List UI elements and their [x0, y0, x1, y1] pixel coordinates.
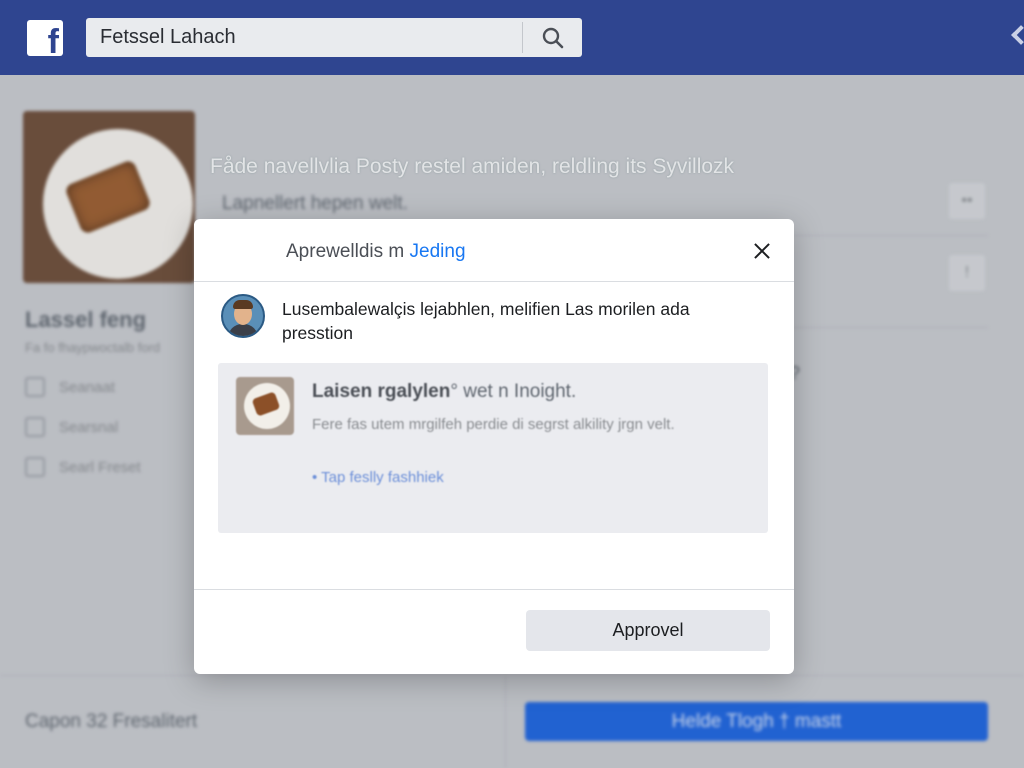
dialog-title-link[interactable]: Jeding	[410, 241, 466, 262]
dialog-title-text: Aprewelldis m	[286, 241, 410, 262]
search-button[interactable]	[523, 18, 582, 57]
preview-title-rest: ° wet n Inoight.	[450, 381, 577, 402]
link-preview-card[interactable]: Laisen rgalylen° wet n Inoight. Fere fas…	[218, 363, 768, 533]
avatar-hair	[233, 300, 253, 309]
preview-content: Laisen rgalylen° wet n Inoight. Fere fas…	[218, 363, 768, 533]
preview-title-bold: Laisen rgalylen	[312, 381, 451, 402]
dialog-message: Lusembalewalçis lejabhlen, melifien Las …	[282, 299, 690, 343]
user-avatar[interactable]	[221, 294, 265, 338]
preview-title: Laisen rgalylen° wet n Inoight.	[312, 381, 576, 403]
approval-dialog: Aprewelldis m Jeding Lusembalewalçis lej…	[194, 219, 794, 674]
approve-button[interactable]: Approvel	[526, 610, 770, 651]
preview-link[interactable]: • Tap feslly fashhiek	[312, 469, 444, 486]
facebook-logo-icon[interactable]	[27, 20, 63, 62]
search-input[interactable]	[86, 18, 522, 57]
avatar-body	[228, 324, 258, 336]
dialog-footer-divider	[194, 589, 794, 590]
top-navigation-bar	[0, 0, 1024, 75]
search-icon	[542, 27, 563, 48]
dialog-header: Aprewelldis m Jeding	[194, 219, 794, 282]
dialog-title: Aprewelldis m Jeding	[286, 241, 466, 263]
close-icon[interactable]	[750, 239, 774, 263]
preview-description: Fere fas utem mrgilfeh perdie di segrst …	[312, 416, 675, 433]
chevron-down-icon[interactable]	[1011, 25, 1024, 45]
search-box	[86, 18, 582, 57]
